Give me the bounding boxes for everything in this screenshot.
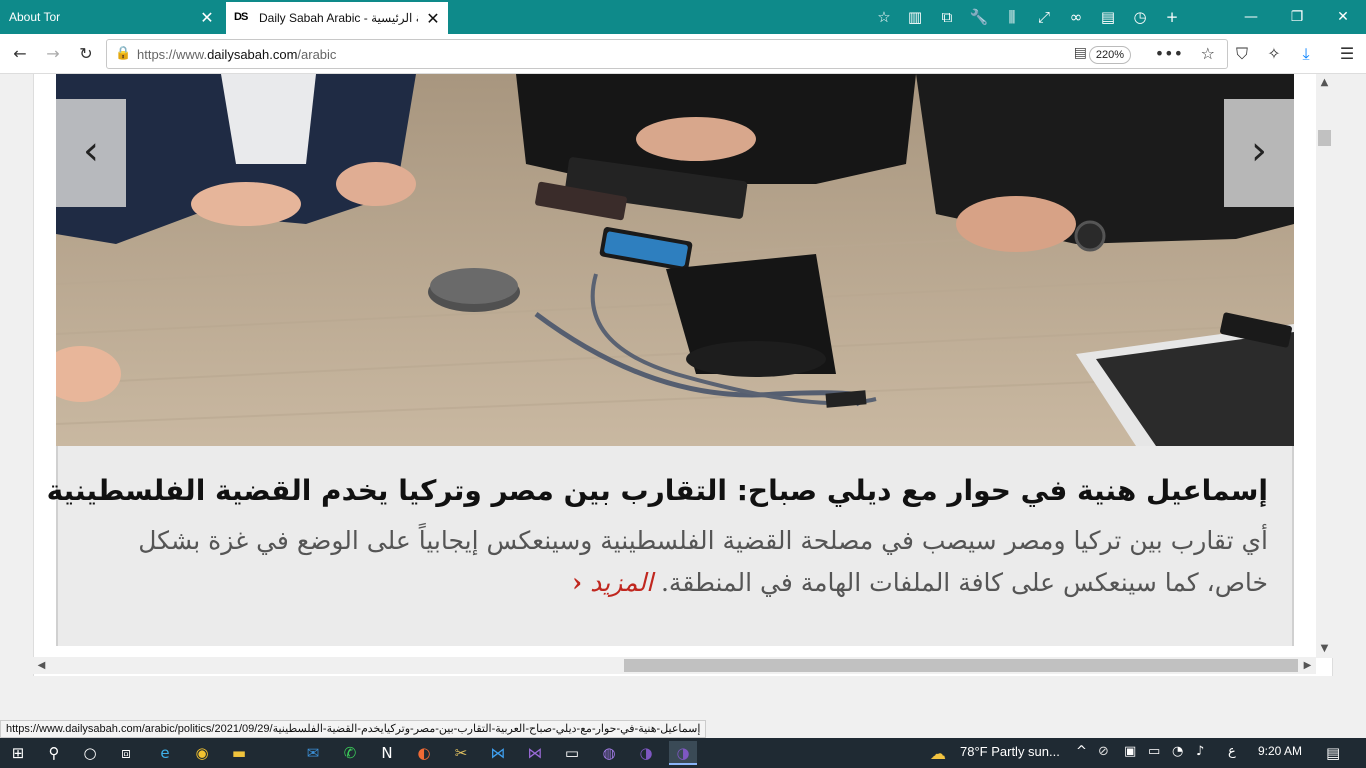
app-orange-icon[interactable]: ◐ (410, 741, 438, 765)
article-headline[interactable]: إسماعيل هنية في حوار مع ديلي صباح: التقا… (47, 474, 1268, 507)
slider-prev-button[interactable]: ‹ (56, 99, 126, 207)
whatsapp-icon[interactable]: ✆ (336, 741, 364, 765)
article-summary: أي تقارب بين تركيا ومصر سيصب في مصلحة ال… (138, 520, 1268, 604)
restore-button[interactable]: ❐ (1274, 0, 1320, 34)
input-language[interactable]: ع (1228, 744, 1236, 759)
bookmark-page-star-icon[interactable]: ☆ (1201, 44, 1215, 63)
navigation-toolbar: ← → ↻ 🔒 https://www.dailysabah.com/arabi… (0, 34, 1366, 74)
tab-strip: About Tor ✕ DS Daily Sabah Arabic - الصف… (0, 0, 1366, 34)
tab-about-tor[interactable]: About Tor ✕ (0, 0, 222, 34)
tab-daily-sabah[interactable]: DS Daily Sabah Arabic - الصفحة الرئيسية … (226, 0, 448, 34)
windows-start-icon[interactable]: ⊞ (4, 741, 32, 765)
clock-time[interactable]: 9:20 AM (1258, 744, 1302, 758)
tray-app-icon[interactable]: ▣ (1124, 744, 1136, 759)
visual-studio-icon[interactable]: ⋈ (521, 741, 549, 765)
mask-icon[interactable]: ∞ (1065, 6, 1087, 28)
windows-taskbar: ⊞ ⚲ ○ ⧈ e ◉ ▬ ✉ ✆ N ◐ ✂ ⋈ ⋈ ▭ ◍ ◑ ◑ ☁ 78… (0, 738, 1366, 768)
tools-icon[interactable]: ✂ (447, 741, 475, 765)
tray-chevron-up-icon[interactable]: ^ (1076, 744, 1087, 759)
scroll-right-icon[interactable]: ▶ (1299, 657, 1316, 674)
magic-wand-icon[interactable]: ✧ (1262, 42, 1286, 66)
address-bar[interactable]: 🔒 https://www.dailysabah.com/arabic ▤ 22… (106, 39, 1228, 69)
tor-browser-active-icon[interactable]: ◑ (669, 741, 697, 765)
reload-icon[interactable]: ↻ (74, 42, 98, 66)
search-icon[interactable]: ⚲ (40, 741, 68, 765)
scroll-up-icon[interactable]: ▲ (1316, 74, 1333, 91)
minimize-button[interactable]: — (1228, 0, 1274, 34)
vertical-scrollbar[interactable] (1316, 74, 1333, 658)
horizontal-scroll-thumb[interactable] (624, 659, 1298, 672)
url-text[interactable]: https://www.dailysabah.com/arabic (137, 47, 336, 62)
tab-close-icon[interactable]: ✕ (418, 9, 448, 28)
link-status-bar: https://www.dailysabah.com/arabic/politi… (0, 720, 707, 738)
sync-tabs-icon[interactable]: ⧉ (936, 6, 958, 28)
file-explorer-icon[interactable]: ▬ (225, 741, 253, 765)
weather-icon: ☁ (930, 744, 946, 763)
wifi-icon[interactable]: ◔ (1172, 744, 1183, 759)
history-icon[interactable]: ◷ (1129, 6, 1151, 28)
network-warning-icon[interactable]: ⊘ (1098, 744, 1109, 759)
wrench-icon[interactable]: 🔧 (968, 6, 990, 28)
github-desktop-icon[interactable]: ◍ (595, 741, 623, 765)
notion-icon[interactable]: N (373, 741, 401, 765)
mail-icon[interactable]: ✉ (299, 741, 327, 765)
app-window-icon[interactable]: ▭ (558, 741, 586, 765)
forward-arrow-icon[interactable]: → (41, 42, 65, 66)
chrome-icon[interactable]: ◉ (188, 741, 216, 765)
shield-icon[interactable]: ⛉ (1230, 42, 1254, 66)
edge-icon[interactable]: e (151, 741, 179, 765)
cortana-circle-icon[interactable]: ○ (76, 741, 104, 765)
tab-label: Daily Sabah Arabic - الصفحة الرئيسية (259, 11, 418, 25)
url-prefix: https://www. (137, 47, 208, 62)
volume-icon[interactable]: ♪ (1196, 744, 1204, 759)
zoom-level[interactable]: 220% (1088, 46, 1131, 64)
slider-next-button[interactable]: › (1224, 99, 1294, 207)
download-arrow-icon[interactable]: ⤓ (1294, 42, 1318, 66)
bookmark-star-icon[interactable]: ☆ (873, 6, 895, 28)
downloads-folder-icon[interactable]: ▤ (1097, 6, 1119, 28)
tab-label: About Tor (9, 10, 61, 24)
scroll-down-icon[interactable]: ▼ (1316, 640, 1333, 657)
reader-sidebar-icon[interactable]: ▥ (904, 6, 926, 28)
hamburger-menu-icon[interactable]: ☰ (1335, 42, 1359, 66)
lock-icon: 🔒 (115, 46, 132, 61)
new-tab-plus-icon[interactable]: + (1161, 6, 1183, 28)
notification-center-icon[interactable]: ▤ (1326, 744, 1340, 762)
tor-browser-icon[interactable]: ◑ (632, 741, 660, 765)
battery-icon[interactable]: ▭ (1148, 744, 1160, 759)
site-favicon-icon: DS (234, 11, 248, 23)
close-window-button[interactable]: ✕ (1320, 0, 1366, 34)
featured-article-card: إسماعيل هنية في حوار مع ديلي صباح: التقا… (47, 446, 1294, 646)
tab-close-icon[interactable]: ✕ (192, 8, 222, 27)
meeting-table-image (56, 74, 1294, 446)
weather-text[interactable]: 78°F Partly sun... (960, 744, 1060, 759)
scroll-left-icon[interactable]: ◀ (33, 657, 50, 674)
page-actions-icon[interactable]: ••• (1155, 44, 1183, 63)
reader-view-icon[interactable]: ▤ (1074, 45, 1087, 61)
read-more-link[interactable]: المزيد (590, 568, 653, 597)
summary-text: أي تقارب بين تركيا ومصر سيصب في مصلحة ال… (138, 526, 1268, 597)
page-viewport: ‹ › إسماعيل هنية في حوار مع ديلي صباح: ا… (33, 74, 1333, 676)
url-path: /arabic (297, 47, 337, 62)
back-arrow-icon[interactable]: ← (8, 42, 32, 66)
library-icon[interactable]: ⫼ (1001, 6, 1023, 28)
chevron-left-icon[interactable]: ‹ (572, 568, 582, 597)
vscode-icon[interactable]: ⋈ (484, 741, 512, 765)
url-domain: dailysabah.com (207, 47, 298, 62)
fullscreen-icon[interactable]: ⤢ (1033, 6, 1055, 28)
article-photo[interactable]: ‹ › (56, 74, 1294, 446)
task-view-icon[interactable]: ⧈ (112, 741, 140, 765)
vertical-scroll-thumb[interactable] (1318, 130, 1331, 146)
